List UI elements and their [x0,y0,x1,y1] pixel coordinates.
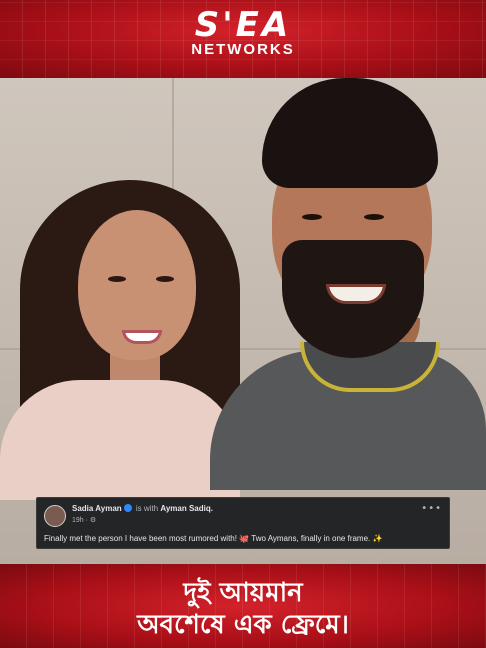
author-name[interactable]: Sadia Ayman [72,504,122,513]
brand-logo: S'EA NETWORKS [0,6,486,58]
man-eye [302,214,322,220]
logo-sub-text: NETWORKS [191,41,295,58]
tagged-name[interactable]: Ayman Sadiq. [160,504,213,513]
woman-eye [156,276,174,282]
verified-badge-icon [123,504,132,512]
author-avatar[interactable] [44,505,66,527]
news-graphic: S'EA NETWORKS Sadia Ayman is with Ayman … [0,0,486,648]
facebook-post-card: Sadia Ayman is with Ayman Sadiq. 19h · ⚙… [36,497,450,549]
more-options-icon[interactable]: ••• [421,503,442,514]
with-text: is with [135,504,159,513]
top-banner: S'EA NETWORKS [0,0,486,78]
woman-eye [108,276,126,282]
man-eye [364,214,384,220]
post-time[interactable]: 19h · ⚙ [72,516,96,524]
headline-line-1: দুই আয়মান [183,578,303,608]
headline-line-2: অবশেষে এক ফ্রেমে। [137,610,349,640]
logo-main-text: S'EA [194,5,292,45]
post-header: Sadia Ayman is with Ayman Sadiq. [72,504,213,513]
woman-shirt [0,380,240,500]
post-text: Finally met the person I have been most … [44,534,383,543]
